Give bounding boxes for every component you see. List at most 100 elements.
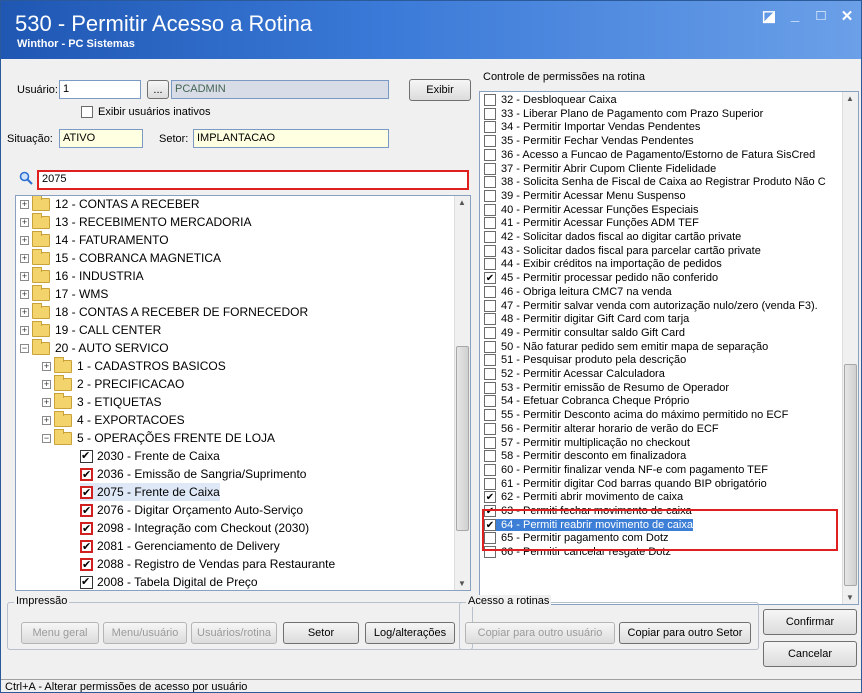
permission-checkbox[interactable] (484, 299, 496, 312)
copy-to-sector-button[interactable]: Copiar para outro Setor (619, 622, 751, 644)
permissions-scrollbar[interactable]: ▲ ▼ (842, 92, 858, 604)
permission-checkbox[interactable] (484, 244, 496, 257)
permission-item[interactable]: 41 - Permitir Acessar Funções ADM TEF (484, 217, 699, 230)
expand-icon[interactable]: − (20, 343, 29, 353)
permission-checkbox[interactable] (484, 162, 496, 175)
tree-item[interactable]: +17 - WMS (20, 284, 108, 303)
permission-item[interactable]: 61 - Permitir digitar Cod barras quando … (484, 477, 767, 490)
setor-button[interactable]: Setor (283, 622, 359, 644)
tree-item-checkbox[interactable] (80, 485, 93, 500)
permission-checkbox[interactable] (484, 285, 496, 298)
tree-scrollbar[interactable]: ▲ ▼ (454, 196, 470, 590)
tree-item-checkbox[interactable] (80, 539, 93, 554)
expand-icon[interactable]: − (42, 433, 51, 443)
permission-item[interactable]: 47 - Permitir salvar venda com autorizaç… (484, 299, 818, 312)
search-input[interactable]: 2075 (37, 170, 469, 190)
tree-item-checkbox[interactable] (80, 449, 93, 463)
log-button[interactable]: Log/alterações (365, 622, 455, 644)
permission-checkbox[interactable] (484, 203, 496, 216)
permission-checkbox[interactable] (484, 135, 496, 148)
tree-item[interactable]: 2098 - Integração com Checkout (2030) (80, 519, 309, 537)
tree-item[interactable]: 2036 - Emissão de Sangria/Suprimento (80, 465, 306, 483)
tree-item[interactable]: +12 - CONTAS A RECEBER (20, 196, 200, 213)
tree-item-checkbox[interactable] (80, 575, 93, 589)
menu-usuario-button[interactable]: Menu/usuário (103, 622, 187, 644)
permission-item[interactable]: 51 - Pesquisar produto pela descrição (484, 354, 686, 367)
permission-item[interactable]: 50 - Não faturar pedido sem emitir mapa … (484, 340, 768, 353)
tree-item-checkbox[interactable] (80, 503, 93, 518)
permission-item[interactable]: 58 - Permitir desconto em finalizadora (484, 450, 686, 463)
permission-checkbox[interactable] (484, 258, 496, 271)
permission-item[interactable]: 35 - Permitir Fechar Vendas Pendentes (484, 135, 694, 148)
permission-checkbox[interactable] (484, 340, 496, 353)
tree-item[interactable]: 2076 - Digitar Orçamento Auto-Serviço (80, 501, 303, 519)
expand-icon[interactable]: + (42, 415, 51, 425)
expand-icon[interactable]: + (42, 397, 51, 407)
permission-checkbox[interactable] (484, 189, 496, 202)
permission-checkbox[interactable] (484, 148, 496, 161)
permission-checkbox[interactable] (484, 368, 496, 380)
tree-item[interactable]: +16 - INDUSTRIA (20, 266, 144, 285)
expand-icon[interactable]: + (20, 217, 29, 227)
tree-item[interactable]: +1 - CADASTROS BASICOS (42, 356, 226, 375)
expand-icon[interactable]: + (42, 361, 51, 371)
show-button[interactable]: Exibir (409, 79, 471, 101)
expand-icon[interactable]: + (20, 253, 29, 263)
permission-item[interactable]: 42 - Solicitar dados fiscal ao digitar c… (484, 231, 741, 243)
permission-item[interactable]: 56 - Permitir alterar horario de verão d… (484, 422, 719, 435)
permission-checkbox[interactable] (484, 272, 496, 285)
permission-checkbox[interactable] (484, 491, 496, 504)
tree-item[interactable]: 2088 - Registro de Vendas para Restauran… (80, 555, 335, 573)
permission-checkbox[interactable] (484, 354, 496, 367)
permission-checkbox[interactable] (484, 313, 496, 326)
tree-item[interactable]: − 20 - AUTO SERVICO (20, 338, 169, 357)
tree-item-checkbox[interactable] (80, 557, 93, 572)
permission-item[interactable]: 40 - Permitir Acessar Funções Especiais (484, 203, 698, 216)
cancel-button[interactable]: Cancelar (763, 641, 857, 667)
permission-checkbox[interactable] (484, 436, 496, 449)
permission-checkbox[interactable] (484, 381, 496, 394)
permission-item[interactable]: 49 - Permitir consultar saldo Gift Card (484, 326, 685, 339)
tree-item[interactable]: − 5 - OPERAÇÕES FRENTE DE LOJA (42, 428, 275, 447)
permission-item[interactable]: 62 - Permiti abrir movimento de caixa (484, 491, 683, 504)
permission-item[interactable]: 37 - Permitir Abrir Cupom Cliente Fideli… (484, 162, 716, 175)
inactive-users-checkbox[interactable] (81, 106, 93, 118)
permission-item[interactable]: 36 - Acesso a Funcao de Pagamento/Estorn… (484, 148, 815, 161)
inactive-users-option[interactable]: Exibir usuários inativos (81, 106, 211, 118)
tree-item[interactable]: +18 - CONTAS A RECEBER DE FORNECEDOR (20, 302, 308, 321)
user-id-input[interactable]: 1 (59, 80, 141, 99)
permission-item[interactable]: 46 - Obriga leitura CMC7 na venda (484, 285, 672, 298)
close-icon[interactable]: ✕ (839, 7, 855, 25)
permission-checkbox[interactable] (484, 450, 496, 463)
usuarios-rotina-button[interactable]: Usuários/rotina (191, 622, 277, 644)
permission-checkbox[interactable] (484, 217, 496, 230)
copy-to-user-button[interactable]: Copiar para outro usuário (465, 622, 615, 644)
tree-item[interactable]: +2 - PRECIFICACAO (42, 374, 184, 393)
tree-item[interactable]: +13 - RECEBIMENTO MERCADORIA (20, 212, 251, 231)
permission-item[interactable]: 60 - Permitir finalizar venda NF-e com p… (484, 463, 768, 476)
maximize-icon[interactable]: □ (813, 7, 829, 25)
permission-item[interactable]: 33 - Liberar Plano de Pagamento com Praz… (484, 107, 763, 120)
permission-item[interactable]: 32 - Desbloquear Caixa (484, 94, 617, 106)
permission-checkbox[interactable] (484, 477, 496, 490)
permission-item[interactable]: 44 - Exibir créditos na importação de pe… (484, 258, 722, 271)
tree-item[interactable]: 2081 - Gerenciamento de Delivery (80, 537, 280, 555)
permission-item[interactable]: 38 - Solicita Senha de Fiscal de Caixa a… (484, 176, 826, 189)
permission-item[interactable]: 39 - Permitir Acessar Menu Suspenso (484, 189, 686, 202)
confirm-button[interactable]: Confirmar (763, 609, 857, 635)
permission-checkbox[interactable] (484, 94, 496, 106)
tree-item[interactable]: +3 - ETIQUETAS (42, 392, 161, 411)
permission-checkbox[interactable] (484, 176, 496, 189)
tree-item[interactable]: +15 - COBRANCA MAGNETICA (20, 248, 221, 267)
expand-icon[interactable]: + (42, 379, 51, 389)
expand-icon[interactable]: + (20, 235, 29, 245)
permission-item[interactable]: 34 - Permitir Importar Vendas Pendentes (484, 121, 700, 134)
expand-icon[interactable]: + (20, 325, 29, 335)
expand-icon[interactable]: + (20, 307, 29, 317)
permission-checkbox[interactable] (484, 121, 496, 134)
expand-icon[interactable]: + (20, 271, 29, 281)
menu-geral-button[interactable]: Menu geral (21, 622, 99, 644)
expand-icon[interactable]: + (20, 289, 29, 299)
tree-item-checkbox[interactable] (80, 467, 93, 482)
minimize-icon[interactable]: _ (787, 7, 803, 25)
